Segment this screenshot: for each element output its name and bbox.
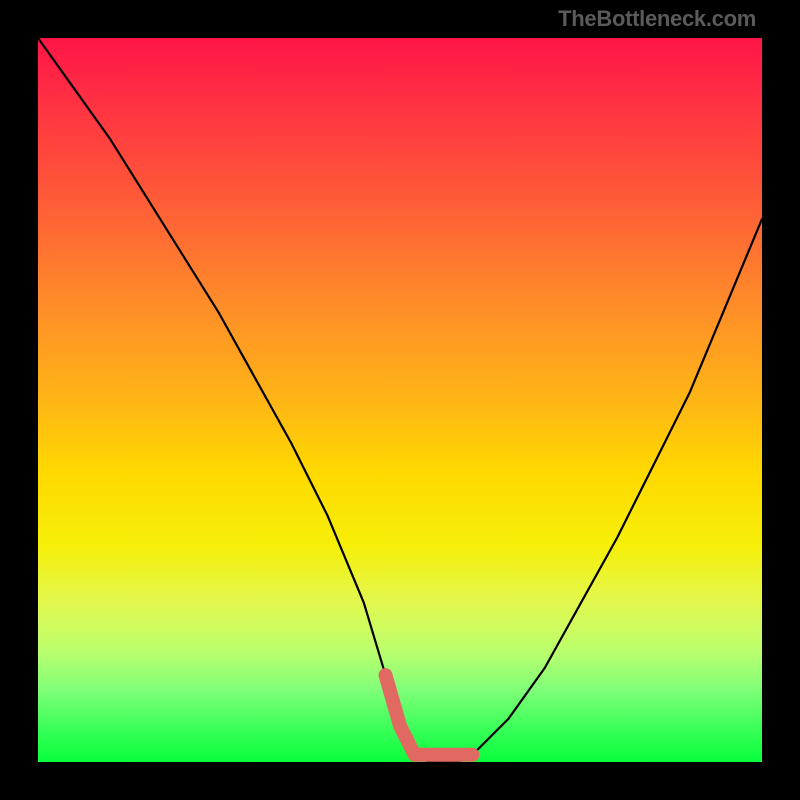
optimal-range-highlight xyxy=(386,675,473,755)
chart-frame: TheBottleneck.com xyxy=(0,0,800,800)
bottleneck-curve xyxy=(38,38,762,762)
plot-area xyxy=(38,38,762,762)
curve-overlay xyxy=(38,38,762,762)
watermark-text: TheBottleneck.com xyxy=(558,6,756,32)
